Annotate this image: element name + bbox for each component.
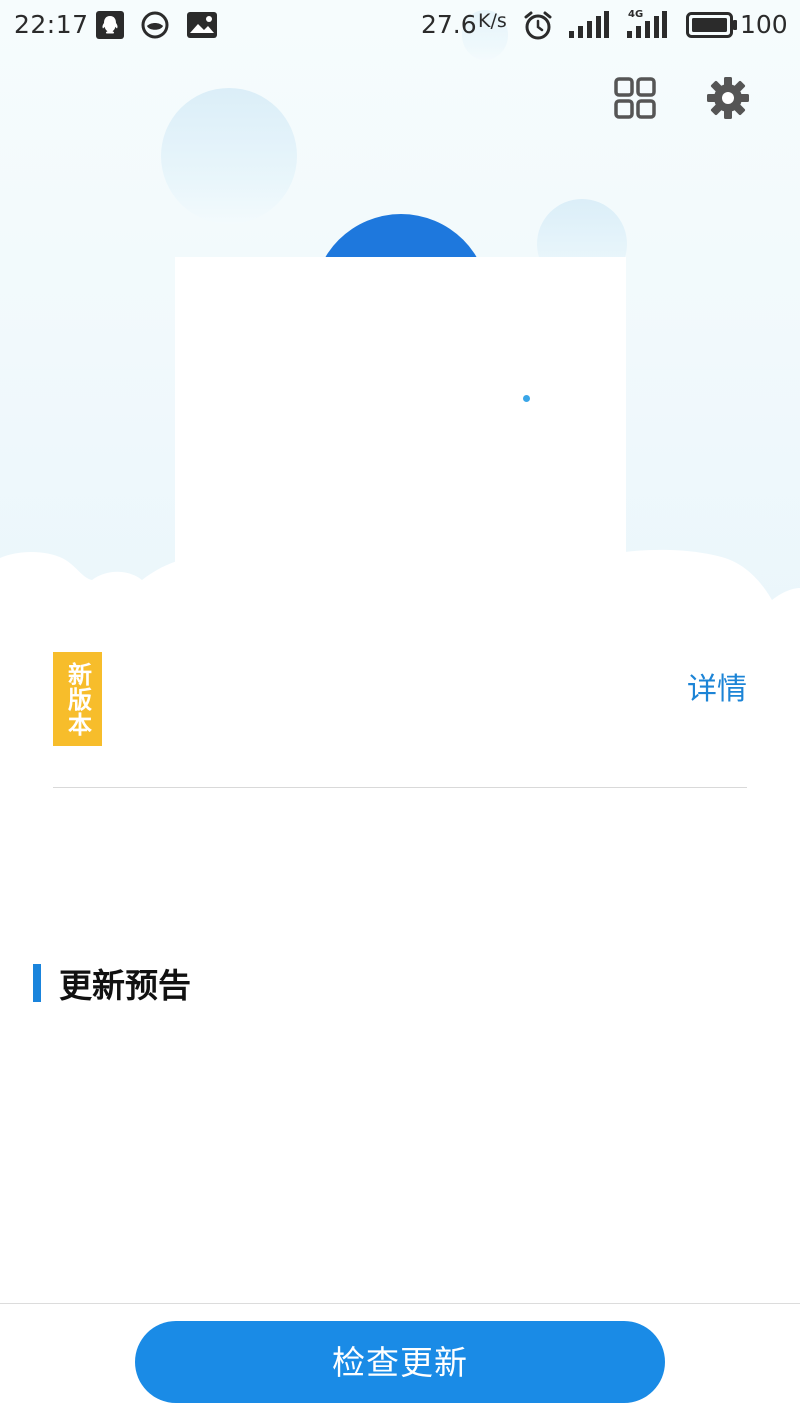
update-preview-header: 更新预告	[33, 963, 191, 1005]
qq-icon	[96, 11, 124, 39]
net-speed: 27.6	[421, 10, 477, 39]
alarm-icon	[524, 11, 552, 40]
gallery-icon	[187, 12, 217, 38]
details-link[interactable]: 详情	[687, 664, 747, 708]
signal-4g-icon	[627, 11, 667, 38]
new-version-row: 新版本 详情	[53, 652, 747, 752]
cloud-decor	[0, 540, 800, 650]
new-version-badge: 新版本	[53, 652, 102, 746]
signal-icon	[569, 11, 609, 38]
decor-bubble	[161, 88, 297, 224]
battery-icon	[686, 12, 737, 38]
update-screen: 22:17 27.6 K/s 4G 100 新版本 详情 更新预告 检查更新	[0, 0, 800, 1422]
bottom-divider	[0, 1303, 800, 1304]
status-time: 22:17	[14, 10, 89, 39]
divider	[53, 787, 747, 788]
battery-level: 100	[740, 10, 788, 39]
grid-icon[interactable]	[613, 76, 657, 120]
section-accent-bar	[33, 964, 41, 1002]
section-title: 更新预告	[59, 966, 191, 1005]
net-speed-unit: K/s	[478, 10, 507, 32]
status-bar: 22:17 27.6 K/s 4G 100	[0, 0, 800, 50]
loading-dot	[523, 395, 530, 402]
browser-icon	[141, 11, 169, 39]
check-update-button[interactable]: 检查更新	[135, 1321, 665, 1403]
settings-gear-icon[interactable]	[706, 76, 750, 120]
